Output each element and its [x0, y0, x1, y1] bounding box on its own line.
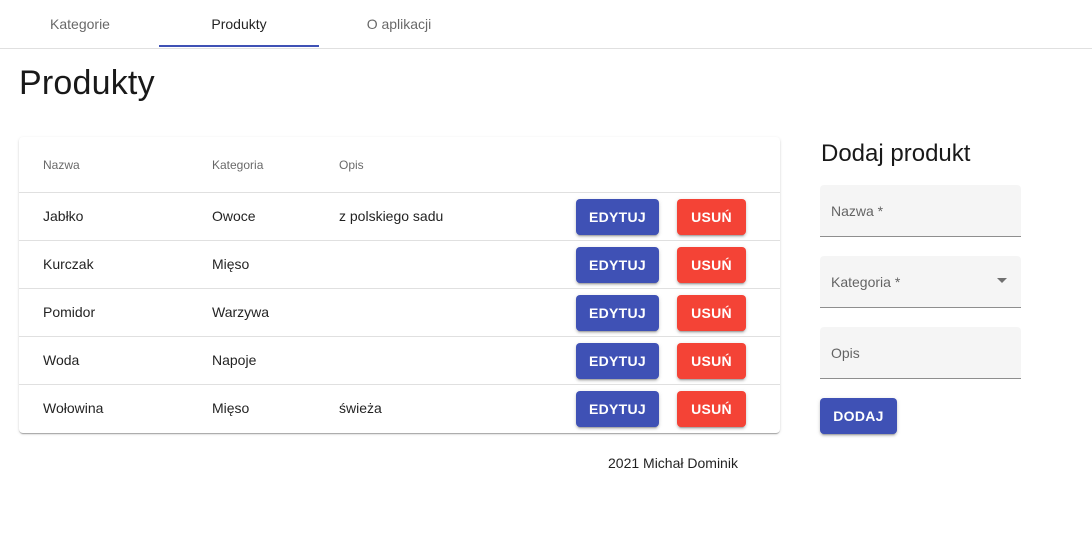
edit-button[interactable]: EDYTUJ [576, 391, 659, 427]
edit-button[interactable]: EDYTUJ [576, 343, 659, 379]
delete-button[interactable]: USUŃ [677, 343, 746, 379]
cell-category: Warzywa [212, 304, 270, 320]
description-field[interactable]: Opis [820, 327, 1021, 379]
edit-button[interactable]: EDYTUJ [576, 199, 659, 235]
tab-kategorie[interactable]: Kategorie [0, 0, 160, 48]
page-title: Produkty [19, 64, 155, 102]
form-title: Dodaj produkt [821, 140, 971, 167]
cell-name: Jabłko [43, 208, 84, 224]
cell-category: Owoce [212, 208, 256, 224]
tab-o-aplikacji[interactable]: O aplikacji [319, 0, 479, 48]
table-row: Wołowina Mięso świeża EDYTUJ USUŃ [19, 385, 780, 433]
header-name: Nazwa [43, 158, 80, 172]
tab-produkty[interactable]: Produkty [159, 0, 319, 48]
footer-credits: 2021 Michał Dominik [608, 455, 738, 471]
cell-category: Mięso [212, 400, 250, 416]
category-select[interactable]: Kategoria * [820, 256, 1021, 308]
edit-button[interactable]: EDYTUJ [576, 295, 659, 331]
category-field-label: Kategoria * [831, 274, 901, 290]
description-input[interactable] [820, 327, 1021, 378]
cell-name: Pomidor [43, 304, 96, 320]
active-tab-indicator [159, 45, 319, 47]
add-product-button[interactable]: DODAJ [820, 398, 897, 434]
cell-category: Napoje [212, 352, 257, 368]
dropdown-arrow-icon [997, 278, 1007, 283]
name-input[interactable] [820, 185, 1021, 236]
products-table: Nazwa Kategoria Opis Jabłko Owoce z pols… [19, 137, 780, 433]
cell-name: Wołowina [43, 400, 104, 416]
header-category: Kategoria [212, 158, 264, 172]
delete-button[interactable]: USUŃ [677, 391, 746, 427]
name-field[interactable]: Nazwa * [820, 185, 1021, 237]
edit-button[interactable]: EDYTUJ [576, 247, 659, 283]
cell-description: z polskiego sadu [339, 208, 444, 224]
tab-bar: Kategorie Produkty O aplikacji [0, 0, 1092, 49]
header-description: Opis [339, 158, 364, 172]
table-row: Kurczak Mięso EDYTUJ USUŃ [19, 241, 780, 289]
cell-description: świeża [339, 400, 382, 416]
delete-button[interactable]: USUŃ [677, 247, 746, 283]
delete-button[interactable]: USUŃ [677, 199, 746, 235]
table-row: Pomidor Warzywa EDYTUJ USUŃ [19, 289, 780, 337]
cell-name: Kurczak [43, 256, 94, 272]
cell-category: Mięso [212, 256, 250, 272]
cell-name: Woda [43, 352, 80, 368]
delete-button[interactable]: USUŃ [677, 295, 746, 331]
table-header: Nazwa Kategoria Opis [19, 137, 780, 193]
table-row: Jabłko Owoce z polskiego sadu EDYTUJ USU… [19, 193, 780, 241]
table-row: Woda Napoje EDYTUJ USUŃ [19, 337, 780, 385]
